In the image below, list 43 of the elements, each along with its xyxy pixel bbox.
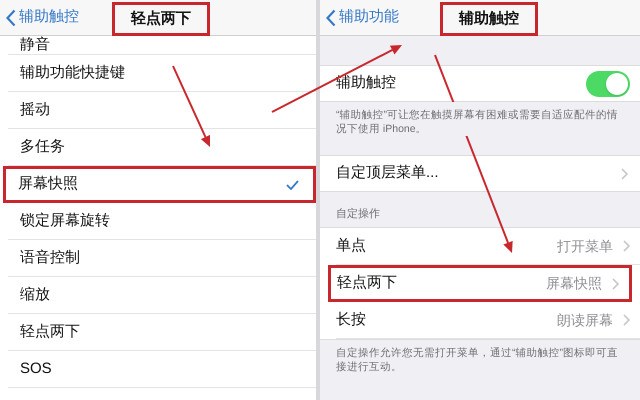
list-row[interactable]: 静音 — [8, 36, 316, 55]
toggle-knob — [606, 72, 628, 94]
list-row[interactable]: SOS — [8, 351, 316, 388]
chevron-right-icon — [623, 314, 630, 326]
row-label: 自定顶层菜单... — [336, 163, 439, 184]
row-label: SOS — [20, 358, 52, 379]
row-label: 屏幕快照 — [18, 174, 78, 194]
list-row[interactable]: 辅助功能快捷键 — [8, 55, 316, 92]
back-button[interactable]: 辅助触控 — [0, 6, 79, 29]
row-label: 多任务 — [20, 136, 65, 157]
list-row[interactable]: 摇动 — [8, 92, 316, 129]
row-label: 长按 — [336, 310, 366, 330]
chevron-right-icon — [623, 240, 630, 252]
back-chevron-icon — [326, 8, 336, 26]
actions-description: 自定操作允许您无需打开菜单，通过“辅助触控”图标即可直接进行互动。 — [335, 346, 619, 374]
row-label: 静音 — [20, 34, 50, 55]
row-label: 缩放 — [20, 284, 50, 305]
screen-title: 轻点两下 — [112, 2, 210, 36]
screen-title: 辅助触控 — [440, 2, 538, 36]
row-value: 朗读屏幕 — [557, 310, 613, 330]
row-label: 锁定屏幕旋转 — [20, 210, 110, 231]
list-row[interactable]: 轻点两下 — [8, 314, 316, 351]
row-label: 单点 — [336, 236, 366, 256]
chevron-right-icon — [621, 168, 628, 180]
row-label: 摇动 — [20, 100, 50, 120]
row-value: 屏幕快照 — [546, 274, 602, 293]
list-row[interactable]: 锁定屏幕旋转 — [8, 203, 316, 240]
list-row[interactable]: 缩放 — [8, 277, 316, 314]
list-row[interactable]: 轻点两下 屏幕快照 — [328, 265, 632, 302]
row-label: 语音控制 — [20, 248, 80, 268]
row-value: 打开菜单 — [557, 236, 613, 256]
back-chevron-icon — [6, 8, 16, 26]
row-label: 轻点两下 — [337, 273, 397, 294]
list-row[interactable]: 语音控制 — [8, 240, 316, 277]
list-row[interactable]: 自定顶层菜单... — [320, 155, 640, 192]
back-button[interactable]: 辅助功能 — [320, 6, 399, 29]
list-row[interactable]: 长按 朗读屏幕 — [336, 302, 640, 339]
row-label: 辅助功能快捷键 — [20, 62, 125, 83]
chevron-right-icon — [612, 278, 619, 290]
list-row[interactable]: 屏幕快照 — [3, 166, 316, 203]
toggle-switch[interactable] — [586, 70, 630, 96]
section-header: 自定操作 — [336, 206, 380, 222]
row-label: 轻点两下 — [20, 322, 80, 342]
